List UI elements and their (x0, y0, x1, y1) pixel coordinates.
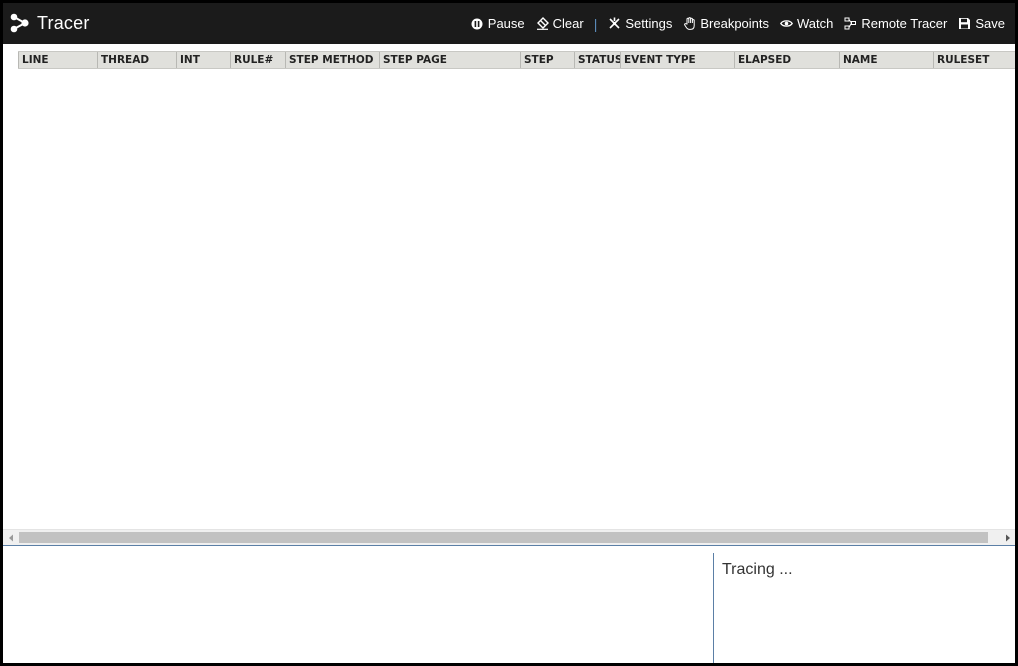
column-header-event-type[interactable]: EVENT TYPE (620, 52, 734, 68)
scroll-right-icon[interactable] (1000, 530, 1015, 545)
app-title: Tracer (37, 12, 90, 33)
pause-label: Pause (487, 16, 525, 31)
save-label: Save (975, 16, 1005, 31)
tracer-window: Tracer Pause Clear | Settings Breakpoint… (3, 3, 1015, 663)
remote-tracer-button[interactable]: Remote Tracer (844, 16, 947, 31)
settings-icon (608, 17, 621, 30)
pause-icon (471, 17, 484, 30)
column-header-status[interactable]: STATUS (574, 52, 620, 68)
column-header-step-method[interactable]: STEP METHOD (285, 52, 379, 68)
detail-pane (3, 546, 713, 663)
brand: Tracer (9, 11, 90, 35)
status-pane: Tracing ... (714, 546, 1015, 663)
breakpoints-label: Breakpoints (700, 16, 770, 31)
breakpoints-button[interactable]: Breakpoints (683, 16, 769, 31)
watch-button[interactable]: Watch (780, 16, 833, 31)
column-header-line[interactable]: LINE (18, 52, 97, 68)
column-header-name[interactable]: NAME (839, 52, 933, 68)
scrollbar-thumb[interactable] (19, 532, 988, 543)
pause-button[interactable]: Pause (471, 16, 525, 31)
floppy-icon (958, 17, 971, 30)
tracing-status-text: Tracing ... (722, 561, 793, 578)
column-header-int[interactable]: INT (176, 52, 230, 68)
app-header: Tracer Pause Clear | Settings Breakpoint… (3, 3, 1015, 44)
column-header-elapsed[interactable]: ELAPSED (734, 52, 839, 68)
eye-icon (780, 17, 793, 30)
hand-icon (683, 17, 696, 30)
remote-tracer-label: Remote Tracer (861, 16, 948, 31)
clear-label: Clear (552, 16, 584, 31)
eraser-icon (536, 17, 549, 30)
column-header-thread[interactable]: THREAD (97, 52, 176, 68)
horizontal-scrollbar[interactable] (3, 529, 1015, 545)
clear-button[interactable]: Clear (536, 16, 584, 31)
column-header-rule[interactable]: RULE# (230, 52, 285, 68)
tracer-logo-icon (10, 13, 29, 33)
settings-button[interactable]: Settings (608, 16, 672, 31)
trace-grid-body (18, 69, 1015, 529)
scroll-left-icon[interactable] (3, 530, 18, 545)
column-header-ruleset[interactable]: RULESET (933, 52, 1015, 68)
column-header-step[interactable]: STEP (520, 52, 574, 68)
column-header-step-page[interactable]: STEP PAGE (379, 52, 520, 68)
save-button[interactable]: Save (958, 16, 1005, 31)
trace-grid-header: LINE THREAD INT RULE# STEP METHOD STEP P… (18, 51, 1015, 69)
watch-label: Watch (797, 16, 834, 31)
settings-label: Settings (625, 16, 673, 31)
toolbar: Pause Clear | Settings Breakpoints Watch… (460, 3, 1005, 44)
toolbar-separator: | (593, 15, 598, 32)
remote-icon (844, 17, 857, 30)
